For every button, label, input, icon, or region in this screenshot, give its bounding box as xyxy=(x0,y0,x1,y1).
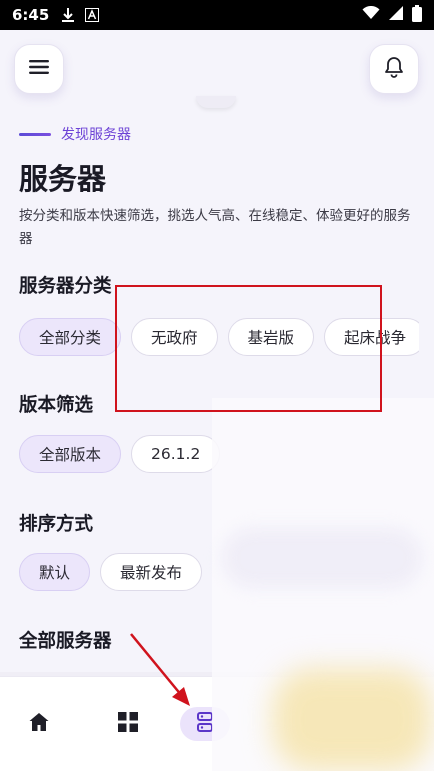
annotation-arrow xyxy=(130,633,190,706)
app-screen: 6:45 发现服务器 服务器 按分类和版本快速筛选，挑选人气高、在线稳定、体验更… xyxy=(0,0,434,771)
